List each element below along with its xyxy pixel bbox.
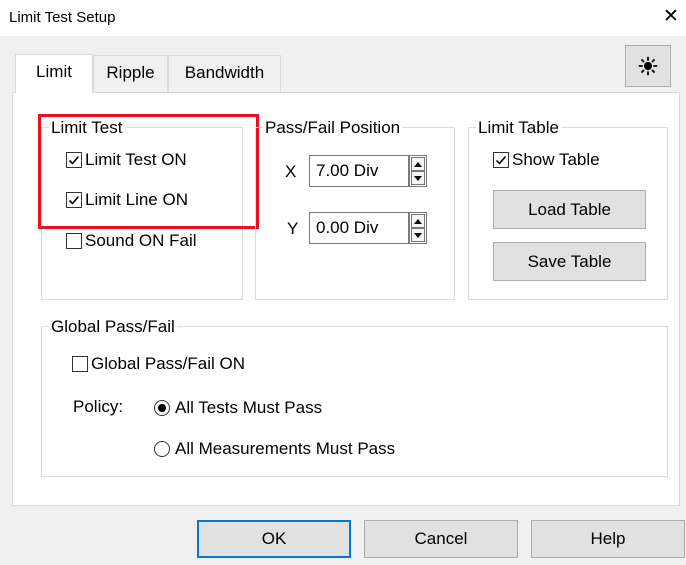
spin-up-icon[interactable] (411, 157, 425, 171)
tab-ripple[interactable]: Ripple (93, 55, 168, 92)
spin-up-icon[interactable] (411, 214, 425, 228)
ok-button[interactable]: OK (197, 520, 351, 558)
x-position-spinner[interactable] (409, 155, 427, 187)
tab-limit[interactable]: Limit (15, 54, 93, 93)
window-title: Limit Test Setup (9, 9, 116, 26)
tab-bandwidth[interactable]: Bandwidth (168, 55, 281, 92)
sound-on-fail-label: Sound ON Fail (85, 231, 197, 250)
limit-test-setup-dialog: { "window": { "title": "Limit Test Setup… (0, 0, 686, 565)
show-table-label: Show Table (512, 150, 600, 169)
spin-down-icon[interactable] (411, 228, 425, 242)
global-pass-fail-on-label: Global Pass/Fail ON (91, 354, 245, 373)
policy-label: Policy: (73, 397, 124, 416)
help-button[interactable]: Help (531, 520, 685, 558)
y-position-spinner[interactable] (409, 212, 427, 244)
sound-on-fail-checkbox[interactable]: Sound ON Fail (66, 231, 197, 251)
spin-down-icon[interactable] (411, 171, 425, 185)
global-pass-fail-on-checkbox[interactable]: Global Pass/Fail ON (72, 354, 245, 374)
close-icon[interactable]: ✕ (660, 4, 682, 30)
theme-toggle-button[interactable] (625, 45, 671, 87)
radio-selected-icon (154, 400, 170, 416)
cancel-button[interactable]: Cancel (364, 520, 518, 558)
show-table-checkbox[interactable]: Show Table (493, 150, 600, 170)
all-measurements-must-pass-label: All Measurements Must Pass (175, 439, 396, 458)
pass-fail-position-legend: Pass/Fail Position (263, 118, 403, 138)
radio-all-measurements-must-pass[interactable]: All Measurements Must Pass (154, 439, 395, 459)
load-table-button[interactable]: Load Table (493, 190, 646, 229)
checkbox-unchecked-icon (72, 356, 88, 372)
x-position-field[interactable]: 7.00 Div (309, 155, 409, 187)
x-label: X (285, 162, 297, 181)
sun-icon (638, 56, 658, 76)
checkbox-checked-icon (493, 152, 509, 168)
all-tests-must-pass-label: All Tests Must Pass (175, 398, 323, 417)
checkbox-unchecked-icon (66, 233, 82, 249)
y-position-field[interactable]: 0.00 Div (309, 212, 409, 244)
radio-all-tests-must-pass[interactable]: All Tests Must Pass (154, 398, 322, 418)
save-table-button[interactable]: Save Table (493, 242, 646, 281)
y-label: Y (287, 219, 299, 238)
global-pass-fail-legend: Global Pass/Fail (49, 317, 177, 337)
highlight-box (38, 114, 259, 229)
limit-table-legend: Limit Table (476, 118, 561, 138)
radio-unselected-icon (154, 441, 170, 457)
